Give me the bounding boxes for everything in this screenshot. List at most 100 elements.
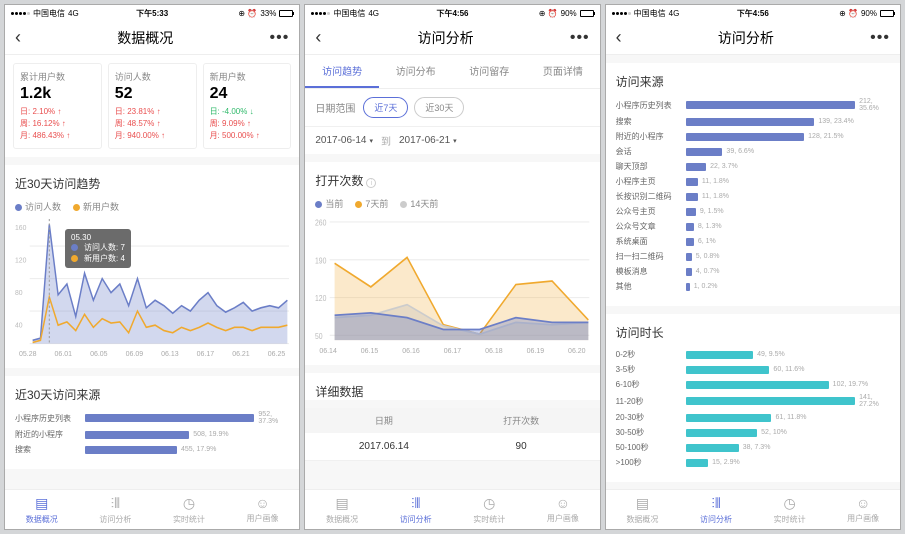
subtab-访问分布[interactable]: 访问分布: [379, 55, 453, 88]
screen-overview: 中国电信4G 下午5:33 ⊕ ⏰33% ‹ 数据概况 ••• 累计用户数1.2…: [4, 4, 300, 530]
tab-icon: ⫶⫴: [411, 495, 420, 512]
more-icon[interactable]: •••: [270, 29, 290, 47]
bar-row: 50-100秒38, 7.3%: [616, 442, 890, 453]
more-icon[interactable]: •••: [870, 29, 890, 47]
bar-row: 附近的小程序128, 21.5%: [616, 131, 890, 142]
screen-analysis-trend: 中国电信4G 下午4:56 ⊕ ⏰90% ‹ 访问分析 ••• 访问趋势访问分布…: [304, 4, 600, 530]
bar-row: 20-30秒61, 11.8%: [616, 412, 890, 423]
trend-chart[interactable]: 160 120 80 40 05.30 访问人数: 7 新用户数: 4: [15, 219, 289, 349]
tab-icon: ☺: [856, 495, 870, 511]
svg-text:190: 190: [315, 256, 326, 266]
stat-card[interactable]: 访问人数52日: 23.81% ↑周: 48.57% ↑月: 940.00% ↑: [108, 63, 197, 149]
tab-icon: ▤: [336, 495, 349, 512]
status-bar: 中国电信4G 下午4:56 ⊕ ⏰90%: [606, 5, 900, 21]
bar-row: 系统桌面6, 1%: [616, 236, 890, 247]
bar-row: 公众号文章8, 1.3%: [616, 221, 890, 232]
source-section: 近30天访问来源 小程序历史列表952, 37.3%附近的小程序508, 19.…: [5, 376, 299, 469]
bar-row: 其他1, 0.2%: [616, 281, 890, 292]
tab-用户画像[interactable]: ☺用户画像: [826, 490, 900, 529]
stat-cards: 累计用户数1.2k日: 2.10% ↑周: 16.12% ↑月: 486.43%…: [5, 55, 299, 157]
tab-icon: ◷: [183, 495, 195, 512]
bar-row: 搜索455, 17.9%: [15, 444, 289, 455]
more-icon[interactable]: •••: [570, 29, 590, 47]
bar-row: 公众号主页9, 1.5%: [616, 206, 890, 217]
duration-section: 访问时长 0-2秒49, 9.5%3-5秒60, 11.6%6-10秒102, …: [606, 314, 900, 482]
tab-icon: ◷: [483, 495, 495, 512]
chart-tooltip: 05.30 访问人数: 7 新用户数: 4: [65, 229, 131, 268]
screen-analysis-source: 中国电信4G 下午4:56 ⊕ ⏰90% ‹ 访问分析 ••• 访问来源 小程序…: [605, 4, 901, 530]
svg-text:50: 50: [315, 331, 323, 341]
legend-item: 7天前: [355, 197, 388, 210]
legend-item: 新用户数: [73, 200, 119, 213]
status-bar: 中国电信4G 下午5:33 ⊕ ⏰33%: [5, 5, 299, 21]
bar-row: 11-20秒141, 27.2%: [616, 394, 890, 408]
bar-row: 30-50秒52, 10%: [616, 427, 890, 438]
bar-row: 模板消息4, 0.7%: [616, 266, 890, 277]
stat-card[interactable]: 累计用户数1.2k日: 2.10% ↑周: 16.12% ↑月: 486.43%…: [13, 63, 102, 149]
tab-icon: ⫶⫴: [711, 495, 720, 512]
tab-icon: ◷: [783, 495, 795, 512]
detail-section: 详细数据: [305, 373, 599, 400]
subtab-访问留存[interactable]: 访问留存: [452, 55, 526, 88]
table-row[interactable]: 2017.06.1490: [305, 433, 599, 461]
tab-实时统计[interactable]: ◷实时统计: [152, 490, 226, 529]
tab-icon: ⫶⫴: [111, 495, 120, 512]
tab-实时统计[interactable]: ◷实时统计: [753, 490, 827, 529]
svg-text:80: 80: [15, 287, 23, 296]
legend-item: 14天前: [400, 197, 438, 210]
date-range-row: 日期范围 近7天近30天: [305, 89, 599, 127]
svg-text:120: 120: [315, 293, 326, 303]
bar-row: 6-10秒102, 19.7%: [616, 379, 890, 390]
tab-实时统计[interactable]: ◷实时统计: [452, 490, 526, 529]
tab-访问分析[interactable]: ⫶⫴访问分析: [379, 490, 453, 529]
date-picker[interactable]: 2017-06-14 ▾ 到 2017-06-21 ▾: [305, 127, 599, 154]
date-to: 2017-06-21 ▾: [399, 135, 457, 146]
table-header: 日期打开次数: [305, 408, 599, 433]
range-pill[interactable]: 近7天: [363, 97, 408, 118]
stat-card[interactable]: 新用户数24日: -4.00% ↓周: 9.09% ↑月: 500.00% ↑: [203, 63, 292, 149]
tab-用户画像[interactable]: ☺用户画像: [526, 490, 600, 529]
svg-text:120: 120: [15, 255, 26, 264]
svg-text:160: 160: [15, 222, 26, 231]
nav-bar: ‹ 数据概况 •••: [5, 21, 299, 55]
bar-row: >100秒15, 2.9%: [616, 457, 890, 468]
bar-row: 3-5秒60, 11.6%: [616, 364, 890, 375]
legend-item: 访问人数: [15, 200, 61, 213]
bar-row: 聊天顶部22, 3.7%: [616, 161, 890, 172]
bar-row: 附近的小程序508, 19.9%: [15, 429, 289, 440]
bar-row: 搜索139, 23.4%: [616, 116, 890, 127]
tab-icon: ▤: [35, 495, 48, 512]
open-count-section: 打开次数i 当前7天前14天前 26019012050 06.1406.1506…: [305, 162, 599, 365]
bar-row: 会话39, 6.6%: [616, 146, 890, 157]
tab-icon: ▤: [636, 495, 649, 512]
page-title: 访问分析: [321, 28, 570, 48]
range-pill[interactable]: 近30天: [414, 97, 464, 118]
bar-row: 长按识别二维码11, 1.8%: [616, 191, 890, 202]
subtab-访问趋势[interactable]: 访问趋势: [305, 55, 379, 88]
date-from: 2017-06-14 ▾: [315, 135, 373, 146]
tab-bar: ▤数据概况⫶⫴访问分析◷实时统计☺用户画像: [305, 489, 599, 529]
info-icon[interactable]: i: [366, 178, 376, 188]
status-bar: 中国电信4G 下午4:56 ⊕ ⏰90%: [305, 5, 599, 21]
legend-item: 当前: [315, 197, 343, 210]
tab-icon: ☺: [556, 495, 570, 511]
bar-row: 扫一扫二维码5, 0.8%: [616, 251, 890, 262]
tab-访问分析[interactable]: ⫶⫴访问分析: [679, 490, 753, 529]
trend-section: 近30天访问趋势 访问人数新用户数 1601208040 05.30 访问人数:…: [5, 165, 299, 368]
tab-icon: ☺: [255, 495, 269, 511]
svg-text:260: 260: [315, 218, 326, 228]
tab-访问分析[interactable]: ⫶⫴访问分析: [79, 490, 153, 529]
tab-数据概况[interactable]: ▤数据概况: [5, 490, 79, 529]
tab-数据概况[interactable]: ▤数据概况: [606, 490, 680, 529]
bar-row: 0-2秒49, 9.5%: [616, 349, 890, 360]
tab-数据概况[interactable]: ▤数据概况: [305, 490, 379, 529]
sub-tabs: 访问趋势访问分布访问留存页面详情: [305, 55, 599, 89]
bar-row: 小程序历史列表212, 35.6%: [616, 98, 890, 112]
tab-用户画像[interactable]: ☺用户画像: [226, 490, 300, 529]
open-chart[interactable]: 260 190 120 50: [315, 216, 589, 346]
bar-row: 小程序历史列表952, 37.3%: [15, 411, 289, 425]
svg-text:40: 40: [15, 320, 23, 329]
page-title: 数据概况: [21, 28, 270, 48]
subtab-页面详情[interactable]: 页面详情: [526, 55, 600, 88]
source-section: 访问来源 小程序历史列表212, 35.6%搜索139, 23.4%附近的小程序…: [606, 63, 900, 306]
